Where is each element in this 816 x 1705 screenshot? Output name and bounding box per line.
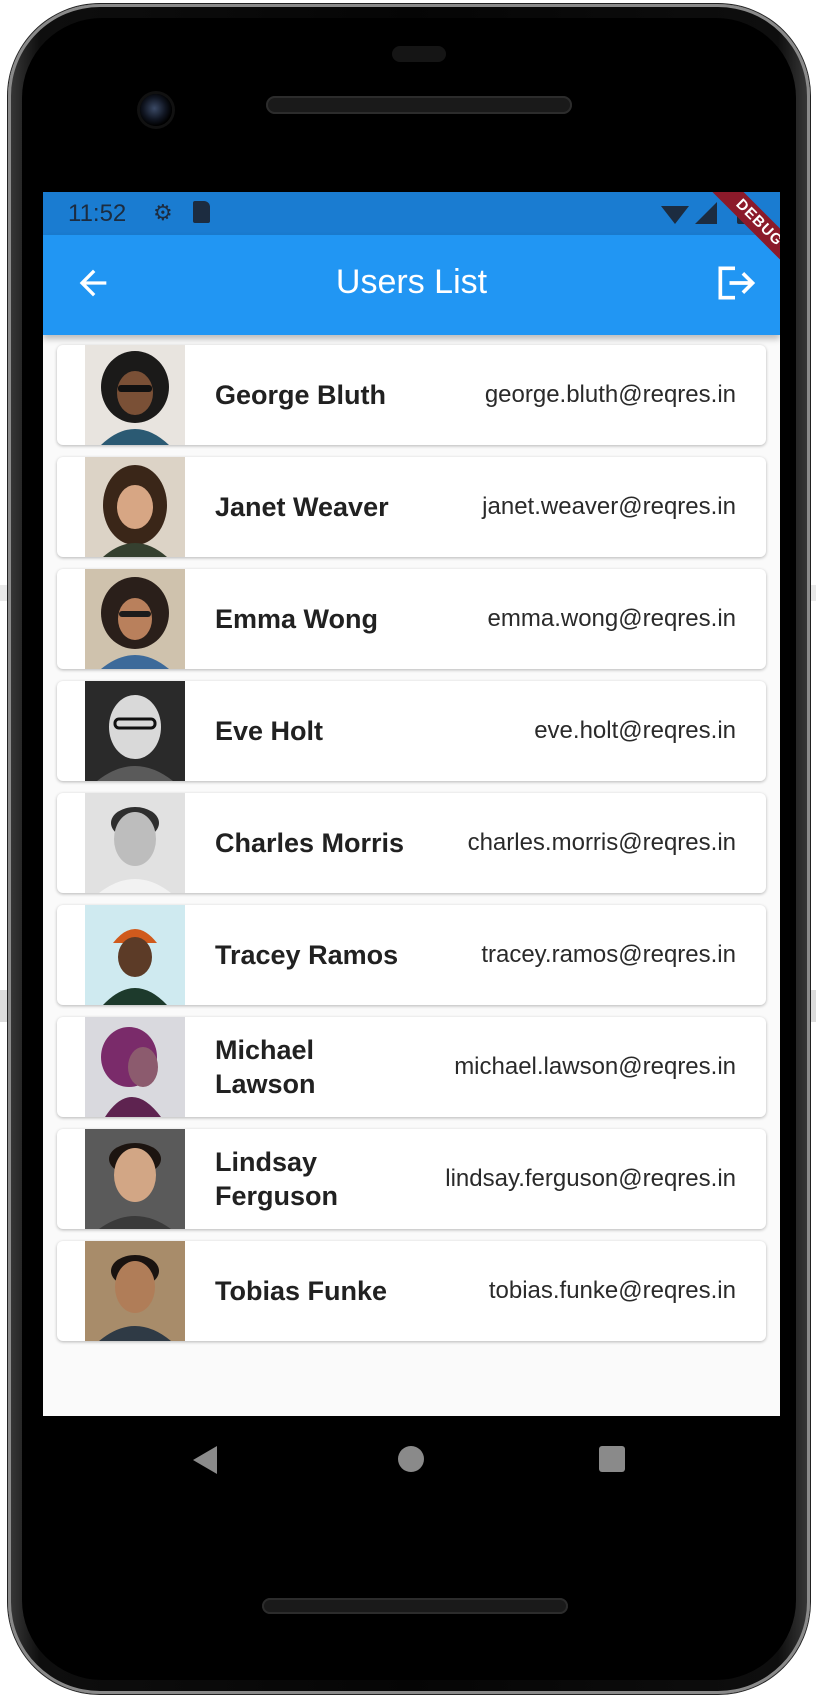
user-avatar <box>85 569 185 669</box>
user-card[interactable]: Emma Wong emma.wong@reqres.in <box>57 569 766 669</box>
user-avatar <box>85 905 185 1005</box>
user-email: charles.morris@reqres.in <box>467 829 736 856</box>
user-avatar <box>85 1017 185 1117</box>
user-name: Tobias Funke <box>215 1276 388 1306</box>
user-name: Tracey Ramos <box>215 940 399 970</box>
system-navigation-bar <box>43 1416 780 1506</box>
signal-icon <box>695 202 717 224</box>
user-avatar <box>85 1241 185 1341</box>
user-avatar <box>85 1129 185 1229</box>
bottom-speaker-grille <box>262 1598 568 1614</box>
device-screen: 11:52 ⚙ Users List George Bluth george.b… <box>43 192 780 1416</box>
user-email: tobias.funke@reqres.in <box>488 1277 736 1304</box>
user-card[interactable]: Tracey Ramos tracey.ramos@reqres.in <box>57 905 766 1005</box>
user-card[interactable]: Michael Lawson michael.lawson@reqres.in <box>57 1017 766 1117</box>
nav-home-icon[interactable] <box>398 1446 424 1472</box>
user-avatar <box>85 457 185 557</box>
user-email: george.bluth@reqres.in <box>484 381 736 408</box>
user-email: lindsay.ferguson@reqres.in <box>445 1165 736 1192</box>
user-email: emma.wong@reqres.in <box>487 605 736 632</box>
user-card[interactable]: Eve Holt eve.holt@reqres.in <box>57 681 766 781</box>
gear-icon: ⚙ <box>153 200 173 225</box>
user-card[interactable]: Tobias Funke tobias.funke@reqres.in <box>57 1241 766 1341</box>
sd-card-icon <box>193 201 210 223</box>
front-camera-icon <box>140 94 172 126</box>
nav-back-icon[interactable] <box>193 1446 217 1474</box>
user-name: Michael Lawson <box>215 1035 316 1099</box>
status-bar: 11:52 ⚙ <box>43 192 780 235</box>
user-avatar <box>85 793 185 893</box>
page-title: Users List <box>335 263 488 301</box>
user-name: George Bluth <box>215 380 387 410</box>
logout-icon[interactable] <box>713 261 757 305</box>
user-email: tracey.ramos@reqres.in <box>481 941 736 968</box>
user-card[interactable]: George Bluth george.bluth@reqres.in <box>57 345 766 445</box>
user-name: Lindsay Ferguson <box>215 1147 339 1211</box>
user-avatar <box>85 345 185 445</box>
user-card[interactable]: Janet Weaver janet.weaver@reqres.in <box>57 457 766 557</box>
status-time: 11:52 <box>68 200 127 227</box>
top-speaker-grille <box>266 96 572 114</box>
user-email: janet.weaver@reqres.in <box>482 493 736 520</box>
wifi-icon <box>661 206 689 224</box>
user-name: Janet Weaver <box>215 492 389 522</box>
user-card[interactable]: Charles Morris charles.morris@reqres.in <box>57 793 766 893</box>
user-name: Eve Holt <box>215 716 324 746</box>
user-email: eve.holt@reqres.in <box>534 717 736 744</box>
user-card[interactable]: Lindsay Ferguson lindsay.ferguson@reqres… <box>57 1129 766 1229</box>
user-email: michael.lawson@reqres.in <box>454 1053 736 1080</box>
nav-recent-apps-icon[interactable] <box>599 1446 625 1472</box>
app-bar: Users List <box>43 235 780 335</box>
user-name: Charles Morris <box>215 828 405 858</box>
user-name: Emma Wong <box>215 604 379 634</box>
user-avatar <box>85 681 185 781</box>
earpiece-notch <box>392 46 446 62</box>
